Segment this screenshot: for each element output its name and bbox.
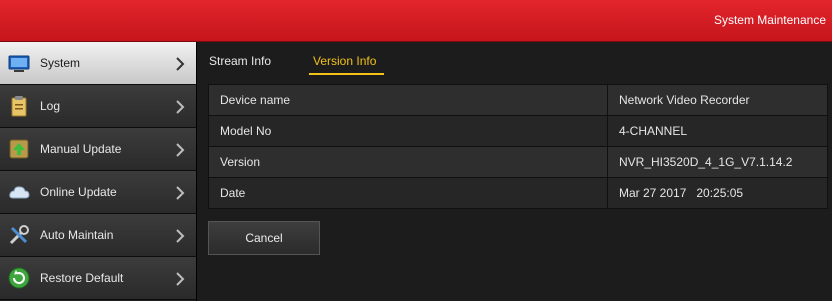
- version-info-table: Device name Network Video Recorder Model…: [208, 84, 828, 209]
- sidebar-item-log[interactable]: Log: [0, 85, 196, 128]
- row-label: Date: [208, 177, 608, 209]
- row-value: NVR_HI3520D_4_1G_V7.1.14.2: [607, 146, 828, 178]
- cloud-icon: [8, 181, 30, 203]
- row-value: Network Video Recorder: [607, 84, 828, 116]
- chevron-right-icon: [176, 229, 185, 243]
- tools-icon: [8, 224, 30, 246]
- refresh-icon: [8, 267, 30, 289]
- row-label: Device name: [208, 84, 608, 116]
- chevron-right-icon: [176, 57, 185, 71]
- sidebar: System Log Manual Update Online Update A…: [0, 42, 197, 301]
- page-title: System Maintenance: [713, 13, 826, 27]
- chevron-right-icon: [176, 272, 185, 286]
- sidebar-item-label: Restore Default: [40, 271, 124, 285]
- sidebar-item-label: Online Update: [40, 185, 117, 199]
- chevron-right-icon: [176, 143, 185, 157]
- chevron-right-icon: [176, 100, 185, 114]
- sidebar-item-online-update[interactable]: Online Update: [0, 171, 196, 214]
- sidebar-item-manual-update[interactable]: Manual Update: [0, 128, 196, 171]
- sidebar-item-restore-default[interactable]: Restore Default: [0, 257, 196, 300]
- row-value: 4-CHANNEL: [607, 115, 828, 147]
- tab-version-info[interactable]: Version Info: [313, 54, 376, 68]
- sidebar-item-label: Manual Update: [40, 142, 122, 156]
- sidebar-item-system[interactable]: System: [0, 42, 196, 85]
- active-tab-indicator: [309, 73, 384, 75]
- row-value: Mar 27 2017 20:25:05: [607, 177, 828, 209]
- row-label: Version: [208, 146, 608, 178]
- sidebar-item-label: Auto Maintain: [40, 228, 114, 242]
- table-row: Date Mar 27 2017 20:25:05: [208, 177, 828, 209]
- main-content: Stream Info Version Info Device name Net…: [197, 42, 832, 301]
- title-bar: System Maintenance: [0, 0, 832, 42]
- sidebar-item-auto-maintain[interactable]: Auto Maintain: [0, 214, 196, 257]
- chevron-right-icon: [176, 186, 185, 200]
- table-row: Version NVR_HI3520D_4_1G_V7.1.14.2: [208, 146, 828, 178]
- cancel-button[interactable]: Cancel: [208, 221, 320, 255]
- monitor-icon: [8, 52, 30, 74]
- sidebar-item-label: System: [40, 56, 81, 70]
- sidebar-item-label: Log: [40, 99, 61, 113]
- table-row: Model No 4-CHANNEL: [208, 115, 828, 147]
- tab-stream-info[interactable]: Stream Info: [209, 54, 271, 68]
- clipboard-icon: [8, 95, 30, 117]
- row-label: Model No: [208, 115, 608, 147]
- upload-icon: [8, 138, 30, 160]
- table-row: Device name Network Video Recorder: [208, 84, 828, 116]
